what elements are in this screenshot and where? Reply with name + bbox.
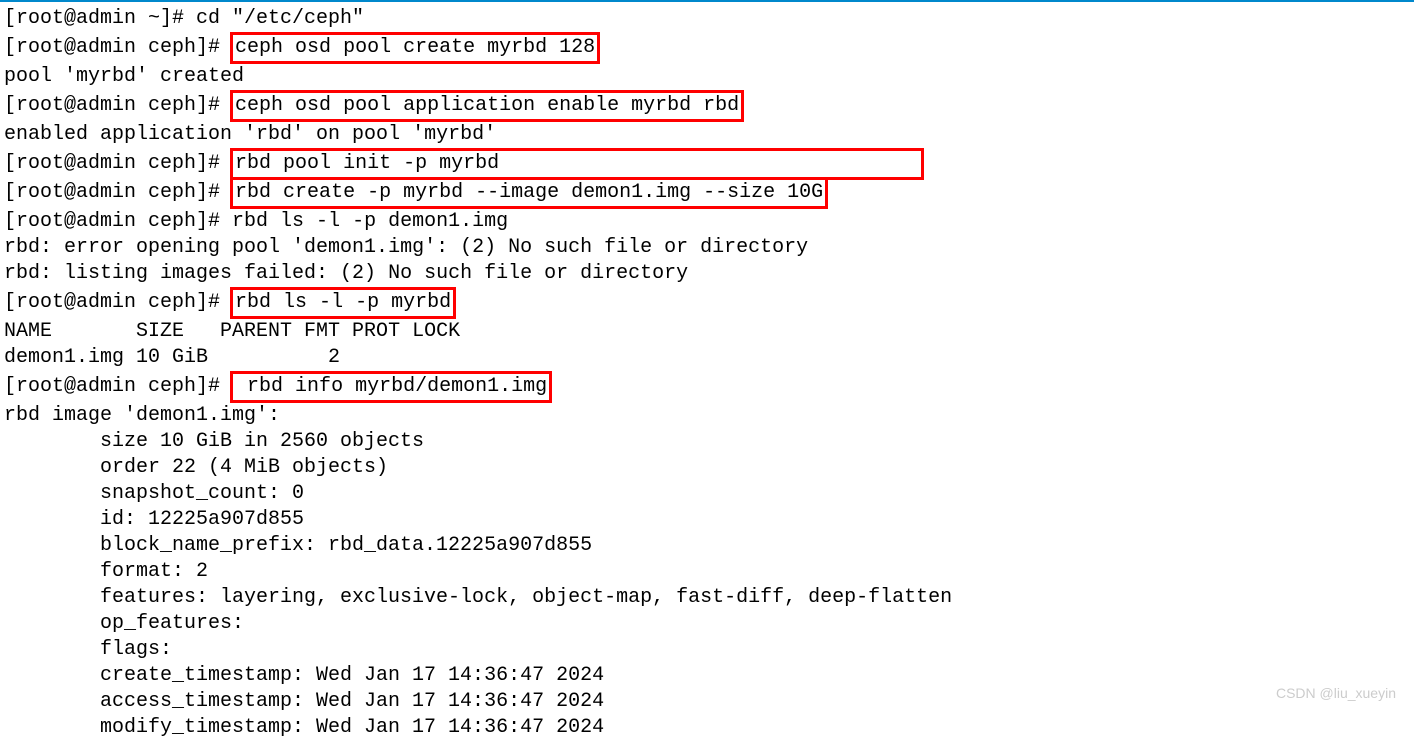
highlighted-command: ceph osd pool create myrbd 128 [230,32,600,64]
rbd-info-flags: flags: [4,637,1410,663]
prompt: [root@admin ceph]# [4,152,232,175]
rbd-info-format: format: 2 [4,559,1410,585]
rbd-info-modify-ts: modify_timestamp: Wed Jan 17 14:36:47 20… [4,715,1410,741]
table-header: NAME SIZE PARENT FMT PROT LOCK [4,319,1410,345]
terminal-line: [root@admin ceph]# rbd info myrbd/demon1… [4,371,1410,403]
command: cd "/etc/ceph" [196,7,364,30]
terminal-line: [root@admin ceph]# rbd create -p myrbd -… [4,177,1410,209]
prompt: [root@admin ceph]# [4,291,232,314]
terminal-line: [root@admin ceph]# rbd ls -l -p demon1.i… [4,209,1410,235]
rbd-info-snapshot: snapshot_count: 0 [4,481,1410,507]
highlighted-command: rbd info myrbd/demon1.img [230,371,552,403]
prompt: [root@admin ceph]# [4,375,232,398]
rbd-info-create-ts: create_timestamp: Wed Jan 17 14:36:47 20… [4,663,1410,689]
rbd-info-order: order 22 (4 MiB objects) [4,455,1410,481]
rbd-info-opfeatures: op_features: [4,611,1410,637]
terminal-output: pool 'myrbd' created [4,64,1410,90]
prompt: [root@admin ~]# [4,7,196,30]
rbd-info-size: size 10 GiB in 2560 objects [4,429,1410,455]
rbd-info-prefix: block_name_prefix: rbd_data.12225a907d85… [4,533,1410,559]
highlighted-command: rbd ls -l -p myrbd [230,287,456,319]
command: rbd ls -l -p demon1.img [232,210,508,233]
prompt: [root@admin ceph]# [4,181,232,204]
terminal-output: enabled application 'rbd' on pool 'myrbd… [4,122,1410,148]
terminal-line: [root@admin ceph]# rbd pool init -p myrb… [4,148,1410,180]
prompt: [root@admin ceph]# [4,210,232,233]
terminal-line: [root@admin ~]# cd "/etc/ceph" [4,6,1410,32]
highlighted-command: rbd pool init -p myrbd [230,148,924,180]
highlighted-command: rbd create -p myrbd --image demon1.img -… [230,177,828,209]
rbd-info-features: features: layering, exclusive-lock, obje… [4,585,1410,611]
table-row: demon1.img 10 GiB 2 [4,345,1410,371]
terminal-error: rbd: listing images failed: (2) No such … [4,261,1410,287]
terminal-error: rbd: error opening pool 'demon1.img': (2… [4,235,1410,261]
prompt: [root@admin ceph]# [4,94,232,117]
prompt: [root@admin ceph]# [4,36,232,59]
rbd-info-access-ts: access_timestamp: Wed Jan 17 14:36:47 20… [4,689,1410,715]
terminal-line: [root@admin ceph]# ceph osd pool create … [4,32,1410,64]
terminal-line: [root@admin ceph]# ceph osd pool applica… [4,90,1410,122]
highlighted-command: ceph osd pool application enable myrbd r… [230,90,744,122]
rbd-info-id: id: 12225a907d855 [4,507,1410,533]
terminal-line: [root@admin ceph]# rbd ls -l -p myrbd [4,287,1410,319]
watermark: CSDN @liu_xueyin [1276,684,1396,702]
terminal-output: rbd image 'demon1.img': [4,403,1410,429]
